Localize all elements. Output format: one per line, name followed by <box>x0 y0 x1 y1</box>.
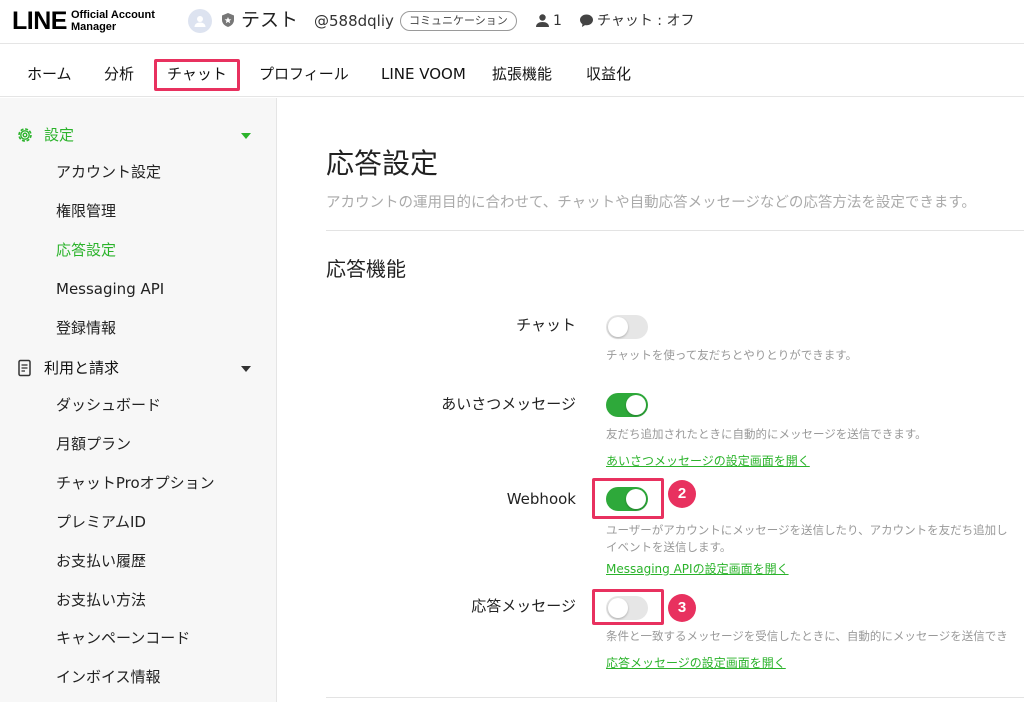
sidebar-item-registration-info[interactable]: 登録情報 <box>56 318 116 338</box>
sidebar-item-payment-history[interactable]: お支払い履歴 <box>56 551 146 571</box>
nav-analytics[interactable]: 分析 <box>104 64 134 84</box>
sidebar-item-account-settings[interactable]: アカウント設定 <box>56 162 161 182</box>
section-title: 応答機能 <box>326 257 406 281</box>
sidebar-section-label: 利用と請求 <box>44 359 120 377</box>
user-icon <box>194 16 206 27</box>
highlight-box-chat-tab <box>154 59 240 91</box>
setting-label-chat: チャット <box>516 316 576 334</box>
setting-desc-webhook-line1: ユーザーがアカウントにメッセージを送信したり、アカウントを友だち追加し <box>606 523 1008 537</box>
page-description: アカウントの運用目的に合わせて、チャットや自動応答メッセージなどの応答方法を設定… <box>326 195 976 211</box>
line-logo[interactable]: LINE Official Account Manager <box>12 9 155 34</box>
sidebar: 設定 アカウント設定 権限管理 応答設定 Messaging API 登録情報 … <box>0 98 277 702</box>
toggle-chat[interactable] <box>606 315 648 339</box>
chat-status[interactable]: チャット : オフ <box>597 11 694 31</box>
sidebar-item-permissions[interactable]: 権限管理 <box>56 201 116 221</box>
highlight-box-webhook <box>592 478 664 519</box>
account-avatar[interactable] <box>188 9 212 33</box>
setting-label-auto-reply: 応答メッセージ <box>471 597 576 615</box>
chevron-down-icon[interactable] <box>241 366 251 372</box>
logo-sub: Official Account Manager <box>70 9 155 33</box>
sidebar-item-premium-id[interactable]: プレミアムID <box>56 512 146 532</box>
sidebar-section-label: 設定 <box>44 126 75 144</box>
setting-desc-auto-reply: 条件と一致するメッセージを受信したときに、自動的にメッセージを送信でき <box>606 629 1008 643</box>
nav-monetization[interactable]: 収益化 <box>586 64 631 84</box>
friend-count: 1 <box>553 13 562 29</box>
setting-label-greeting: あいさつメッセージ <box>441 395 576 413</box>
annotation-badge-3: 3 <box>668 594 696 622</box>
account-name: テスト <box>241 9 299 31</box>
page-title: 応答設定 <box>326 147 439 180</box>
gear-icon <box>18 127 32 142</box>
logo-main: LINE <box>12 7 67 35</box>
account-type-badge: コミュニケーション <box>400 11 517 31</box>
sidebar-item-invoice-info[interactable]: インボイス情報 <box>56 667 161 687</box>
setting-desc-chat: チャットを使って友だちとやりとりができます。 <box>606 348 858 362</box>
document-icon <box>18 359 31 376</box>
account-id: @588dqliy <box>314 12 394 30</box>
divider <box>326 697 1024 698</box>
toggle-knob <box>626 395 646 415</box>
nav-extensions[interactable]: 拡張機能 <box>492 64 552 84</box>
toggle-knob <box>608 317 628 337</box>
sidebar-item-dashboard[interactable]: ダッシュボード <box>56 395 161 415</box>
setting-label-webhook: Webhook <box>506 490 576 508</box>
sidebar-item-chat-pro[interactable]: チャットProオプション <box>56 473 215 493</box>
sidebar-item-response-settings[interactable]: 応答設定 <box>56 240 116 260</box>
divider <box>326 230 1024 231</box>
shield-icon <box>222 13 234 27</box>
link-auto-reply-settings[interactable]: 応答メッセージの設定画面を開く <box>606 655 786 671</box>
setting-desc-greeting: 友だち追加されたときに自動的にメッセージを送信できます。 <box>606 427 927 441</box>
nav-line-voom[interactable]: LINE VOOM <box>381 64 466 84</box>
annotation-badge-2: 2 <box>668 480 696 508</box>
sidebar-item-payment-method[interactable]: お支払い方法 <box>56 590 146 610</box>
sidebar-section-billing[interactable]: 利用と請求 <box>16 357 119 378</box>
chevron-down-icon[interactable] <box>241 133 251 139</box>
toggle-greeting[interactable] <box>606 393 648 417</box>
link-greeting-settings[interactable]: あいさつメッセージの設定画面を開く <box>606 453 810 469</box>
chat-bubble-icon <box>580 14 593 27</box>
sidebar-item-messaging-api[interactable]: Messaging API <box>56 279 164 299</box>
friends-icon <box>536 14 549 27</box>
highlight-box-auto-reply <box>592 589 664 625</box>
setting-desc-webhook-line2: イベントを送信します。 <box>606 540 732 554</box>
link-messaging-api-settings[interactable]: Messaging APIの設定画面を開く <box>606 561 789 577</box>
top-header: LINE Official Account Manager テスト @588dq… <box>0 0 1024 44</box>
nav-home[interactable]: ホーム <box>27 64 72 84</box>
sidebar-section-settings[interactable]: 設定 <box>16 124 74 145</box>
sidebar-item-monthly-plan[interactable]: 月額プラン <box>56 434 131 454</box>
sidebar-item-campaign-code[interactable]: キャンペーンコード <box>56 628 190 648</box>
nav-profile[interactable]: プロフィール <box>259 64 349 84</box>
